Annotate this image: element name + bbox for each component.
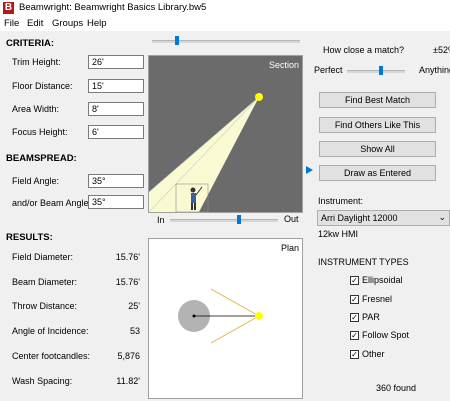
results-heading: RESULTS: (6, 232, 53, 243)
focus-height-label: Focus Height: (12, 127, 68, 137)
type-label: Ellipsoidal (362, 275, 403, 285)
result-value: 11.82' (116, 376, 140, 386)
menu-help[interactable]: Help (87, 18, 107, 29)
result-value: 25' (128, 301, 140, 311)
side-pointer-icon[interactable] (306, 166, 313, 174)
perfect-label: Perfect (314, 65, 343, 75)
match-slider[interactable] (347, 66, 405, 76)
criteria-heading: CRITERIA: (6, 38, 55, 49)
lamp-icon (255, 93, 263, 101)
floor-distance-label: Floor Distance: (12, 81, 73, 91)
title-bar: B Beamwright: Beamwright Basics Library.… (0, 0, 450, 17)
result-value: 5,876 (117, 351, 140, 361)
found-count: 360 found (376, 383, 417, 393)
match-slider-track (347, 70, 405, 73)
in-out-slider[interactable] (170, 215, 278, 225)
focus-height-input[interactable]: 6' (88, 125, 144, 139)
menu-bar: File Edit Groups Help (0, 17, 450, 31)
beamspread-heading: BEAMSPREAD: (6, 153, 77, 164)
result-value: 15.76' (115, 252, 140, 262)
top-slider-thumb[interactable] (175, 36, 179, 45)
out-label: Out (284, 214, 299, 224)
beam-angle-input[interactable]: 35° (88, 195, 144, 209)
in-out-slider-thumb[interactable] (237, 215, 241, 224)
menu-groups[interactable]: Groups (52, 18, 83, 29)
result-label: Angle of Incidence: (12, 326, 89, 336)
plan-view: Plan (148, 238, 303, 399)
beam-angle-label: and/or Beam Angle: (12, 198, 92, 208)
plan-label: Plan (280, 243, 299, 253)
result-label: Center footcandles: (12, 351, 91, 361)
chevron-down-icon: ⌄ (438, 212, 446, 222)
check-icon[interactable]: ✓ (350, 276, 359, 285)
area-width-label: Area Width: (12, 104, 60, 114)
section-diagram (149, 93, 263, 212)
menu-edit[interactable]: Edit (27, 18, 43, 29)
check-icon[interactable]: ✓ (350, 313, 359, 322)
in-out-slider-track (170, 219, 278, 222)
menu-file[interactable]: File (4, 18, 19, 29)
draw-as-entered-button[interactable]: Draw as Entered (319, 165, 436, 181)
floor-distance-input[interactable]: 15' (88, 79, 144, 93)
top-slider[interactable] (152, 36, 300, 46)
lamp-icon (255, 312, 263, 320)
plan-diagram (178, 288, 263, 344)
result-value: 15.76' (115, 277, 140, 287)
anything-label: Anything (419, 65, 450, 75)
instrument-label: Instrument: (318, 196, 364, 206)
instrument-selected: Arri Daylight 12000 (321, 213, 398, 223)
check-icon[interactable]: ✓ (350, 295, 359, 304)
type-label: Fresnel (362, 294, 393, 304)
result-label: Beam Diameter: (12, 277, 78, 287)
in-label: In (157, 215, 165, 225)
result-value: 53 (129, 326, 140, 336)
section-label: Section (268, 60, 299, 70)
result-label: Field Diameter: (12, 252, 74, 262)
trim-height-label: Trim Height: (12, 57, 61, 67)
match-question: How close a match? (323, 45, 405, 55)
area-width-input[interactable]: 8' (88, 102, 144, 116)
find-others-button[interactable]: Find Others Like This (319, 117, 436, 133)
check-icon[interactable]: ✓ (350, 350, 359, 359)
field-angle-label: Field Angle: (12, 176, 60, 186)
section-view: Section (148, 55, 303, 213)
match-percent: ±52% (433, 45, 450, 55)
show-all-button[interactable]: Show All (319, 141, 436, 157)
trim-height-input[interactable]: 26' (88, 55, 144, 69)
window-title: Beamwright: Beamwright Basics Library.bw… (19, 2, 207, 13)
app-logo-icon: B (3, 2, 14, 14)
result-label: Throw Distance: (12, 301, 78, 311)
instrument-select[interactable]: Arri Daylight 12000 ⌄ (317, 210, 450, 226)
result-label: Wash Spacing: (12, 376, 73, 386)
find-best-match-button[interactable]: Find Best Match (319, 92, 436, 108)
type-label: Other (362, 349, 385, 359)
instrument-subtitle: 12kw HMI (318, 229, 359, 239)
instrument-types-heading: INSTRUMENT TYPES (318, 257, 409, 267)
type-label: Follow Spot (362, 330, 410, 340)
field-angle-input[interactable]: 35° (88, 174, 144, 188)
type-label: PAR (362, 312, 380, 322)
match-slider-thumb[interactable] (379, 66, 383, 75)
check-icon[interactable]: ✓ (350, 331, 359, 340)
